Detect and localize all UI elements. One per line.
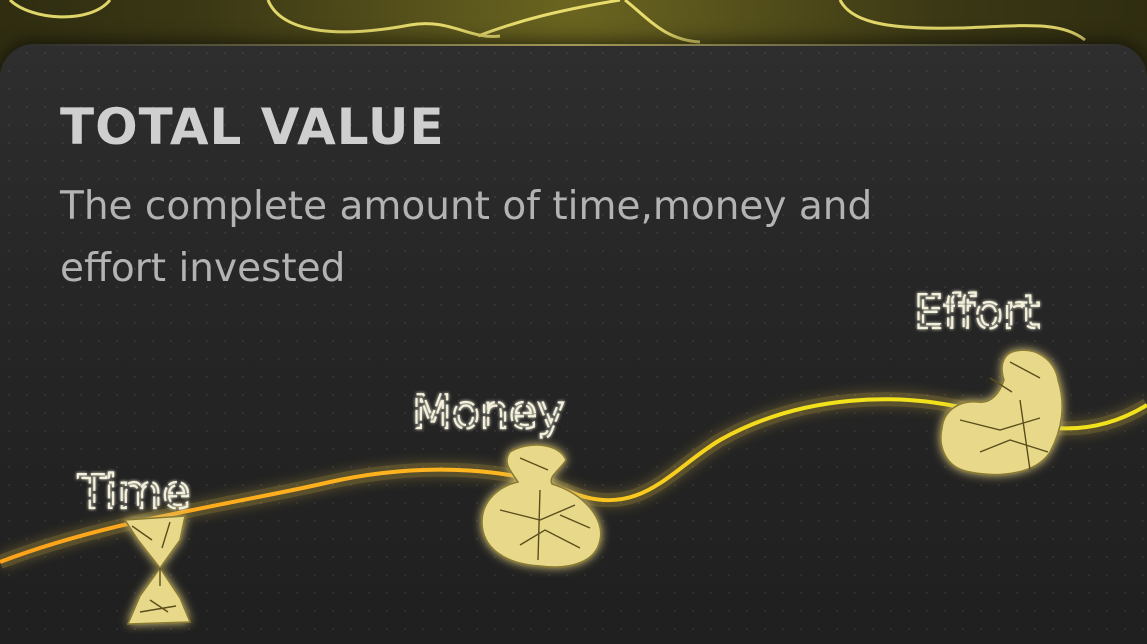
scene-background: TOTAL VALUE The complete amount of time,… [0,0,1147,644]
milestone-label-money: Money [412,385,565,439]
hourglass-icon [123,515,192,625]
milestone-label-effort: Effort [914,285,1040,339]
flexed-arm-icon [940,349,1063,476]
milestone-label-time: Time [77,465,191,519]
money-bag-icon [481,444,602,568]
value-path-illustration: Time Money Effort [0,284,1147,625]
